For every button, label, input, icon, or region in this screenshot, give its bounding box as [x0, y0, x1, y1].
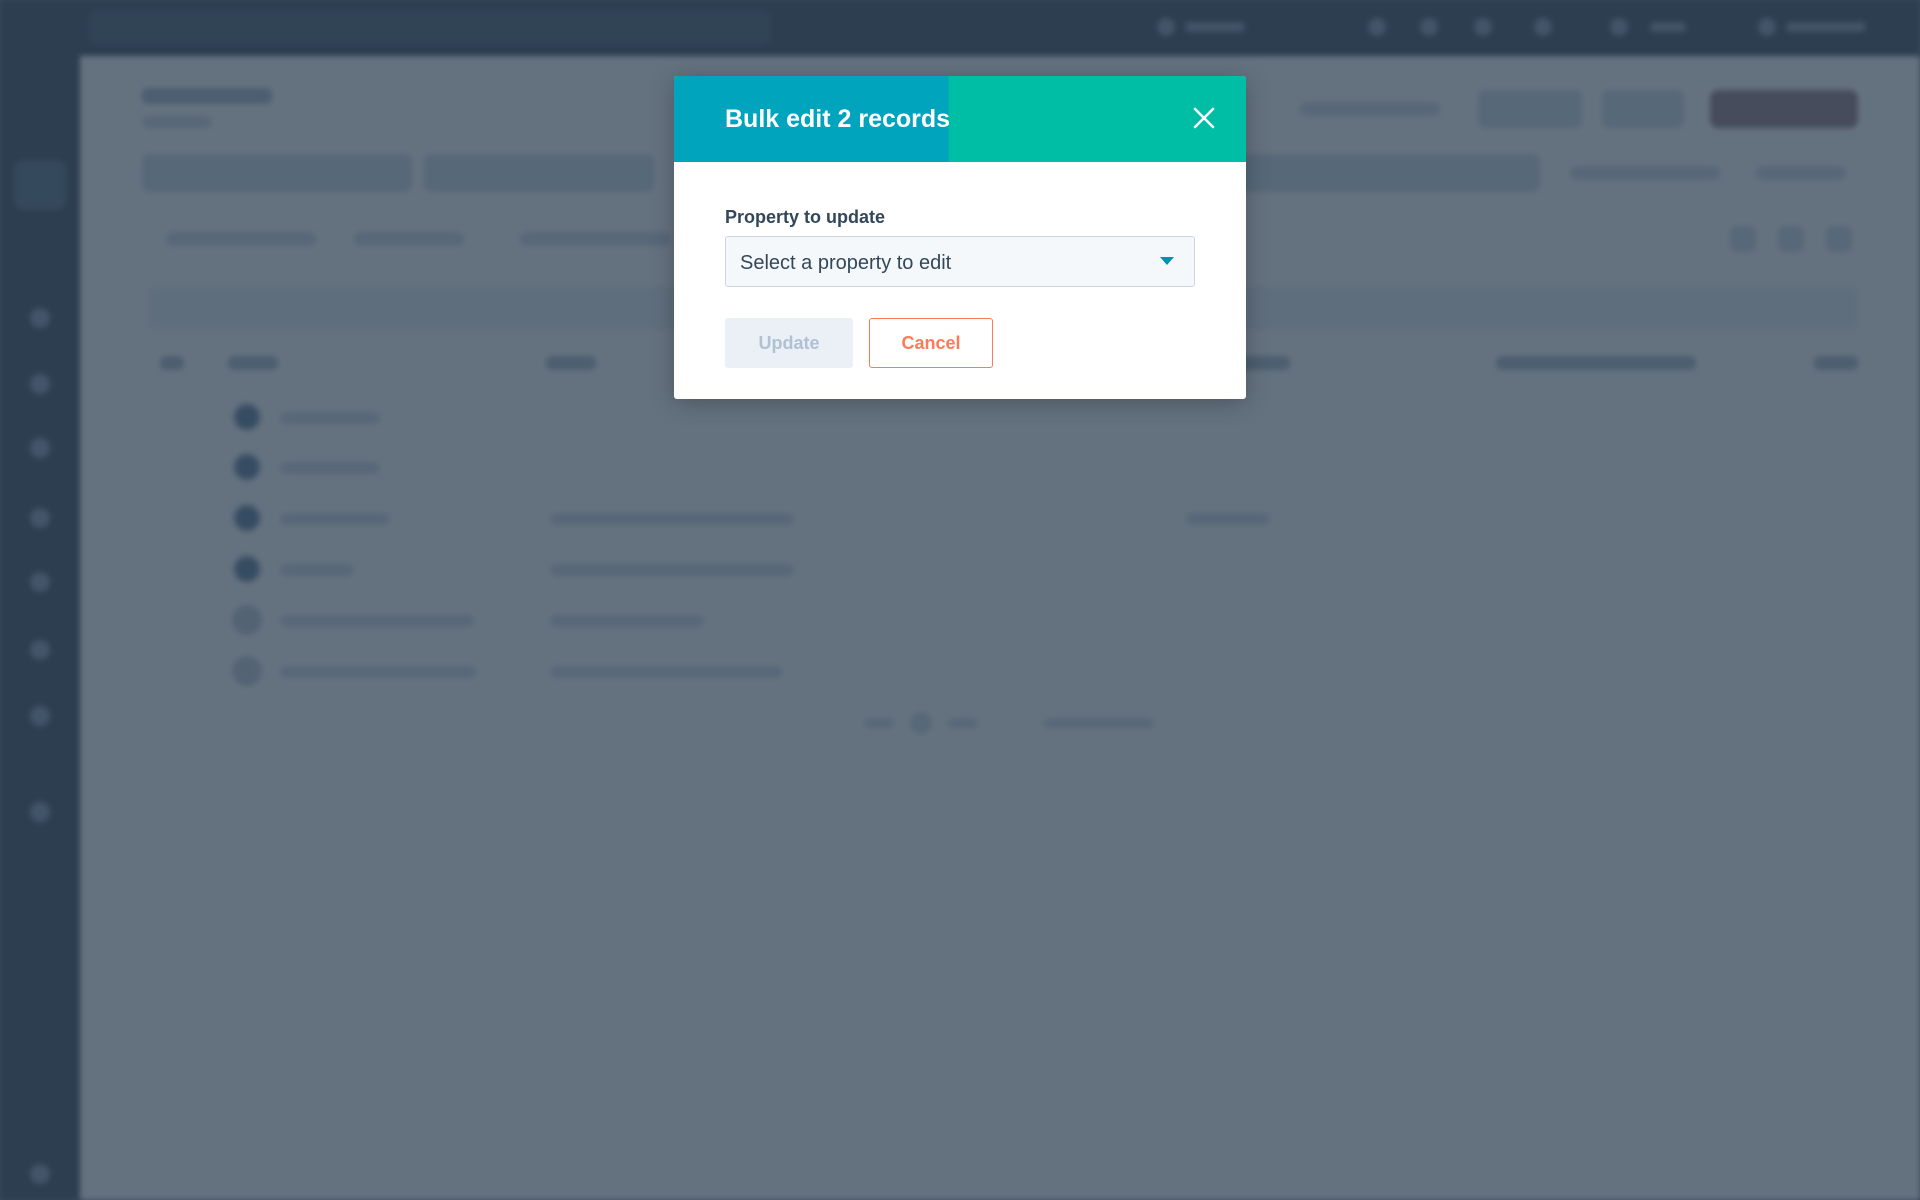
property-label: Property to update	[725, 207, 886, 227]
update-button[interactable]: Update	[725, 318, 853, 368]
property-select[interactable]: Select a property to edit	[725, 236, 1195, 287]
bulk-edit-dialog: Bulk edit 2 records Property to update S…	[674, 76, 1246, 399]
close-button[interactable]	[1188, 102, 1220, 134]
close-icon	[1193, 107, 1215, 129]
property-select-value: Select a property to edit	[740, 252, 952, 274]
dialog-title: Bulk edit 2 records	[725, 105, 951, 133]
cancel-button[interactable]: Cancel	[869, 318, 993, 368]
dialog-header: Bulk edit 2 records	[674, 76, 1246, 162]
caret-down-icon	[1160, 257, 1174, 265]
